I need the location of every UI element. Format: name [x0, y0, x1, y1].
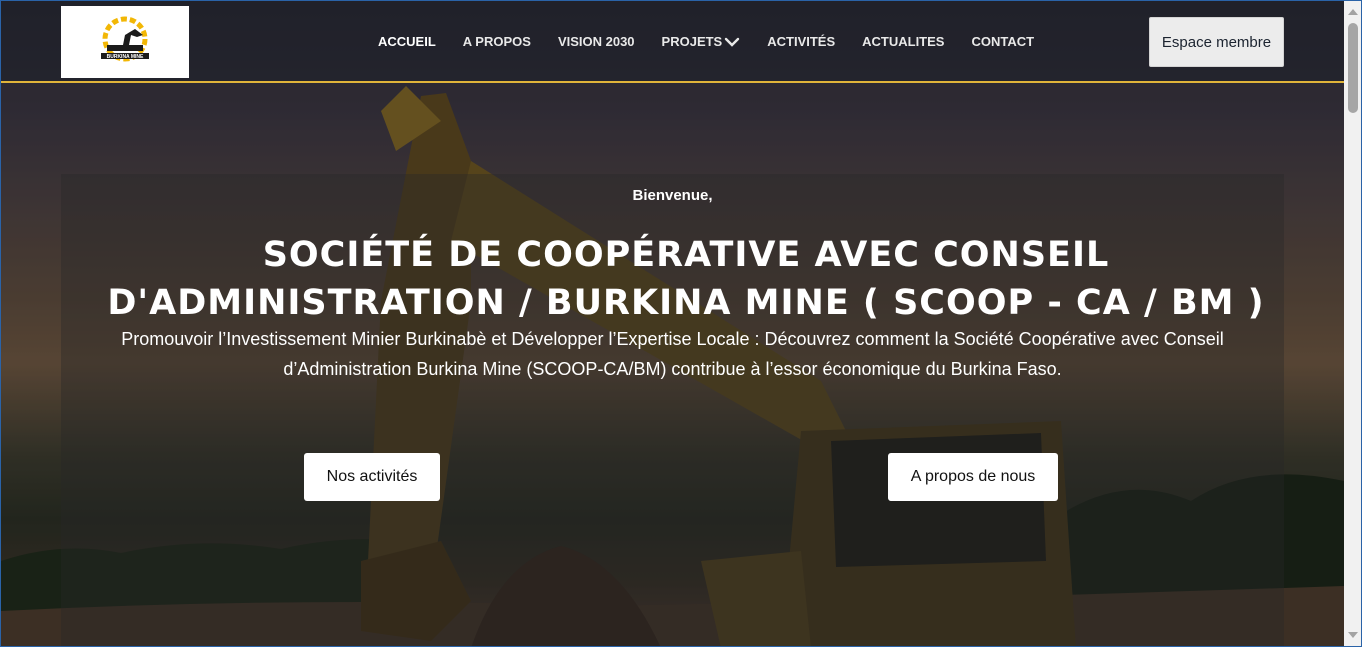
nav-item-projets-label: PROJETS: [661, 34, 723, 49]
hero-title-line-1: SOCIÉTÉ DE COOPÉRATIVE AVEC CONSEIL: [262, 235, 1110, 275]
vertical-scrollbar[interactable]: [1344, 1, 1361, 646]
main-navigation: ACCUEIL A PROPOS VISION 2030 PROJETS ACT…: [378, 34, 1061, 49]
about-us-button[interactable]: A propos de nous: [888, 453, 1058, 501]
nav-item-contact[interactable]: CONTACT: [971, 34, 1034, 49]
member-area-button[interactable]: Espace membre: [1149, 17, 1284, 67]
nav-item-projets[interactable]: PROJETS: [662, 34, 741, 49]
nav-item-actualites[interactable]: ACTUALITES: [862, 34, 944, 49]
hero-welcome-text: Bienvenue,: [632, 187, 713, 204]
hero-subtitle: Promouvoir l’Investissement Minier Burki…: [101, 324, 1244, 384]
logo-text: BURKINA MINE: [107, 54, 144, 60]
nav-item-a-propos[interactable]: A PROPOS: [463, 34, 531, 49]
our-activities-button[interactable]: Nos activités: [304, 453, 440, 501]
hero-title: SOCIÉTÉ DE COOPÉRATIVE AVEC CONSEIL D'AD…: [61, 231, 1311, 327]
site-header: BURKINA MINE ACCUEIL A PROPOS VISION 203…: [1, 1, 1344, 83]
scrollbar-thumb[interactable]: [1348, 23, 1358, 113]
nav-item-accueil[interactable]: ACCUEIL: [378, 34, 436, 49]
nav-item-activites[interactable]: ACTIVITÉS: [767, 34, 835, 49]
site-logo[interactable]: BURKINA MINE: [61, 6, 189, 78]
hero-subtitle-line-1: Promouvoir l’Investissement Minier Burki…: [121, 329, 1224, 349]
hero-subtitle-line-2: d’Administration Burkina Mine (SCOOP-CA/…: [283, 359, 1062, 379]
hero-title-line-2: D'ADMINISTRATION / BURKINA MINE ( SCOOP …: [107, 283, 1265, 323]
chevron-down-icon: [725, 37, 740, 47]
scroll-down-arrow-icon[interactable]: [1348, 632, 1358, 638]
excavator-logo-icon: BURKINA MINE: [101, 16, 149, 62]
nav-item-vision-2030[interactable]: VISION 2030: [558, 34, 635, 49]
browser-window: BURKINA MINE ACCUEIL A PROPOS VISION 203…: [0, 0, 1362, 647]
scroll-up-arrow-icon[interactable]: [1348, 9, 1358, 15]
